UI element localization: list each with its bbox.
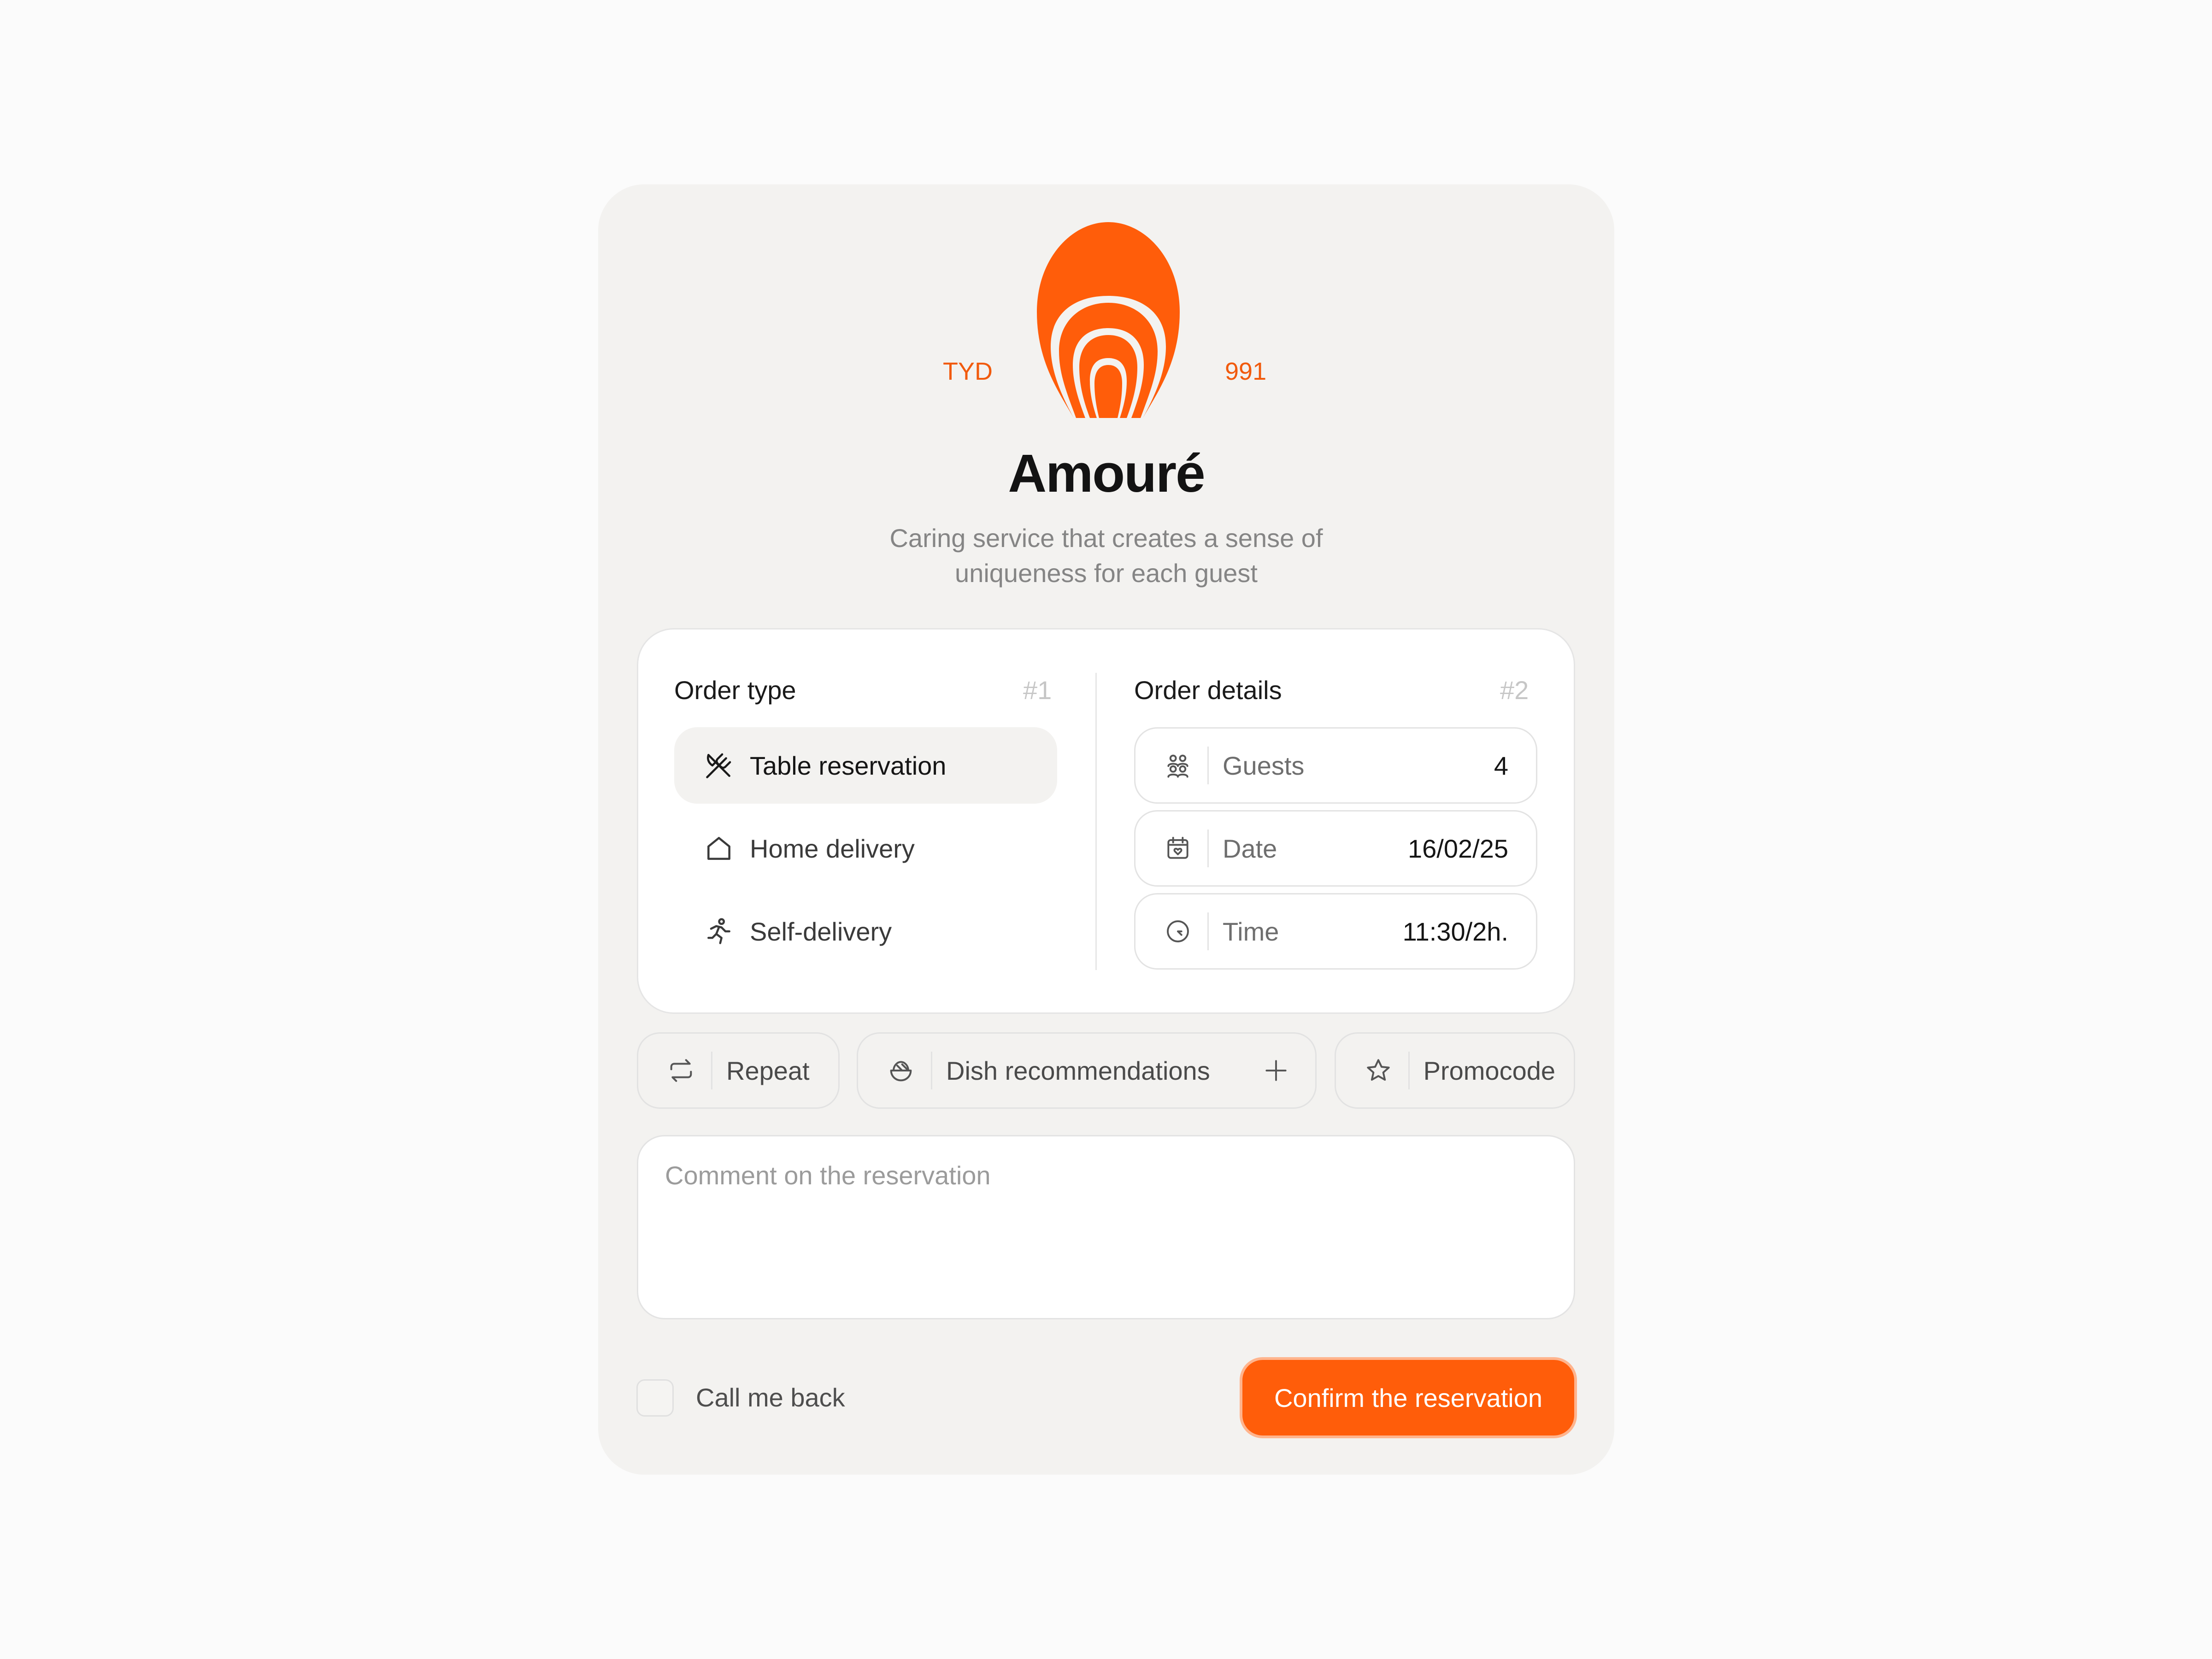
confirm-reservation-button[interactable]: Confirm the reservation <box>1240 1357 1577 1438</box>
plus-icon[interactable] <box>1262 1056 1290 1085</box>
left-code: TYD <box>943 358 993 385</box>
time-label: Time <box>1223 917 1279 946</box>
panel-divider <box>1095 673 1097 970</box>
dish-label: Dish recommendations <box>946 1056 1210 1085</box>
time-field[interactable]: Time 11:30/2h. <box>1134 893 1537 970</box>
option-label: Home delivery <box>750 834 915 863</box>
house-icon <box>703 832 735 865</box>
option-table-reservation[interactable]: Table reservation <box>674 727 1057 804</box>
tagline-line-1: Caring service that creates a sense of <box>889 524 1323 553</box>
guests-label: Guests <box>1223 751 1305 780</box>
brand-name: Amouré <box>1008 443 1205 503</box>
field-separator <box>1207 830 1209 867</box>
order-type-title: Order type <box>674 676 796 705</box>
promocode-button[interactable]: Promocode <box>1335 1032 1575 1109</box>
people-icon <box>1163 751 1193 780</box>
order-details-step: #2 <box>1500 676 1529 705</box>
repeat-label: Repeat <box>726 1056 810 1085</box>
guests-value: 4 <box>1494 751 1508 780</box>
time-value: 11:30/2h. <box>1402 917 1508 946</box>
repeat-icon <box>666 1055 696 1086</box>
promocode-label: Promocode <box>1423 1056 1555 1085</box>
tagline-line-2: uniqueness for each guest <box>955 559 1258 588</box>
date-field[interactable]: Date 16/02/25 <box>1134 810 1537 887</box>
chip-separator <box>711 1052 712 1089</box>
date-value: 16/02/25 <box>1408 834 1508 863</box>
calendar-heart-icon <box>1163 834 1193 863</box>
repeat-button[interactable]: Repeat <box>637 1032 840 1109</box>
brand-tagline: Caring service that creates a sense of u… <box>598 521 1614 591</box>
star-icon <box>1364 1055 1394 1086</box>
chip-separator <box>931 1052 932 1089</box>
field-separator <box>1207 912 1209 950</box>
guests-field[interactable]: Guests 4 <box>1134 727 1537 804</box>
option-label: Self-delivery <box>750 917 892 946</box>
right-code: 991 <box>1225 358 1267 385</box>
cutlery-icon <box>703 749 735 782</box>
call-me-back-label: Call me back <box>696 1383 845 1412</box>
comment-input[interactable] <box>665 1160 1547 1294</box>
running-person-icon <box>703 915 735 947</box>
option-home-delivery[interactable]: Home delivery <box>674 810 1057 887</box>
order-details-title: Order details <box>1134 676 1282 705</box>
date-label: Date <box>1223 834 1277 863</box>
call-me-back-checkbox[interactable] <box>636 1379 674 1417</box>
option-self-delivery[interactable]: Self-delivery <box>674 893 1057 970</box>
option-label: Table reservation <box>750 751 947 780</box>
order-type-step: #1 <box>1023 676 1052 705</box>
chip-separator <box>1408 1052 1410 1089</box>
dish-recommendations-button[interactable]: Dish recommendations <box>857 1032 1317 1109</box>
comment-box <box>637 1135 1575 1319</box>
clock-icon <box>1163 917 1193 946</box>
bowl-icon <box>886 1055 916 1086</box>
field-separator <box>1207 747 1209 784</box>
brand-logo-icon <box>1037 222 1180 418</box>
